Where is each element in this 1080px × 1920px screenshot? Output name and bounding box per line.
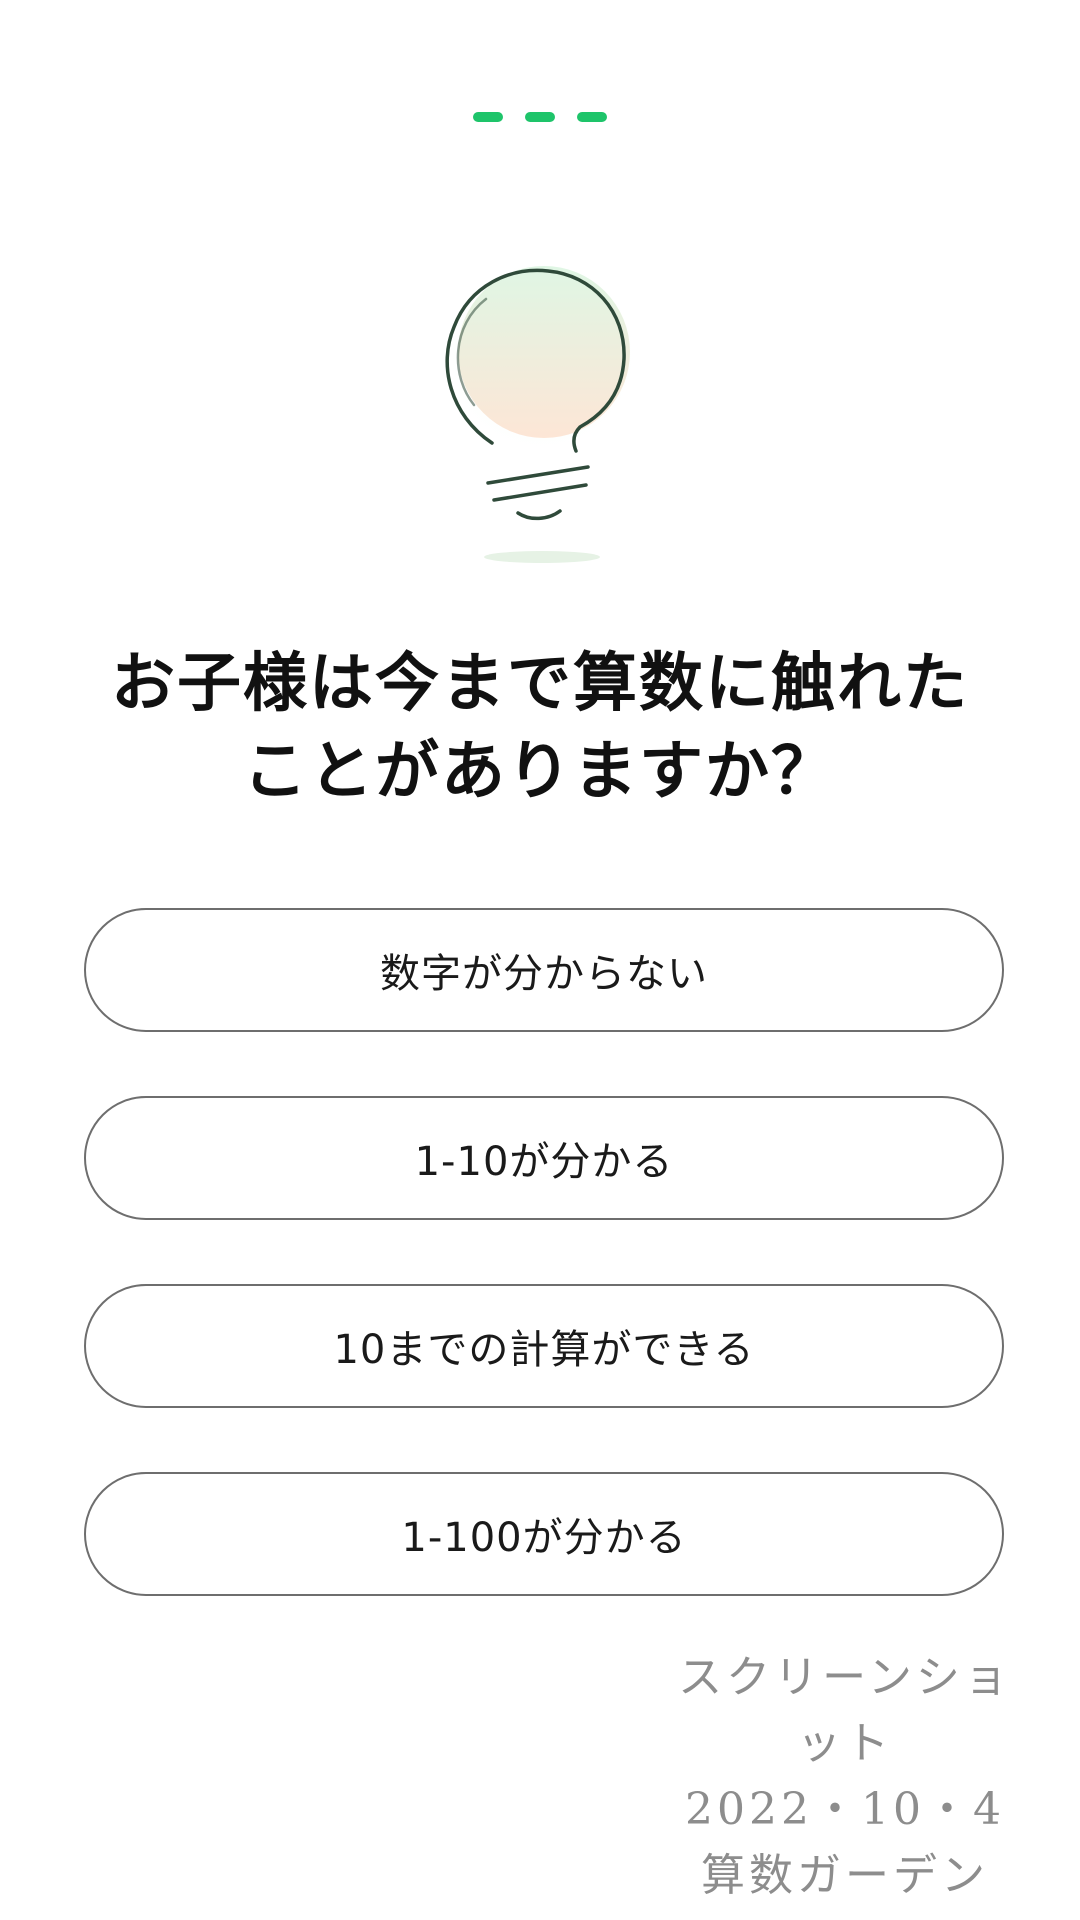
screenshot-stamp: スクリーンショット 2022・10・4 算数ガーデン <box>660 1645 1030 1909</box>
option-button-calc-10[interactable]: 10までの計算ができる <box>84 1284 1004 1408</box>
question-line-2: ことがありますか？ <box>243 735 837 809</box>
question-heading: お子様は今まで算数に触れた ことがありますか？ <box>60 640 1020 816</box>
answer-options: 数字が分からない 1-10が分かる 10までの計算ができる 1-100が分かる <box>84 908 1004 1660</box>
stamp-line-3: 算数ガーデン <box>701 1850 989 1901</box>
progress-step-2 <box>525 112 555 122</box>
stamp-line-2: 2022・10・4 <box>685 1784 1005 1835</box>
progress-step-1 <box>473 112 503 122</box>
option-button-1-10[interactable]: 1-10が分かる <box>84 1096 1004 1220</box>
option-button-no-numbers[interactable]: 数字が分からない <box>84 908 1004 1032</box>
progress-step-3 <box>577 112 607 122</box>
lightbulb-icon <box>430 253 650 575</box>
option-button-1-100[interactable]: 1-100が分かる <box>84 1472 1004 1596</box>
stamp-line-1: スクリーンショット <box>678 1652 1012 1769</box>
progress-indicator <box>0 112 1080 122</box>
question-line-1: お子様は今まで算数に触れた <box>111 647 969 721</box>
